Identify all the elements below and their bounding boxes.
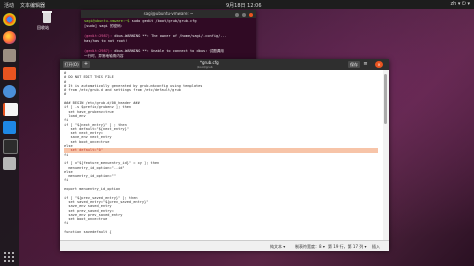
scrollbar-thumb[interactable] bbox=[384, 74, 387, 124]
open-button[interactable]: 打开(O) ▾ bbox=[63, 61, 80, 74]
chrome-icon[interactable] bbox=[3, 13, 16, 26]
software-icon[interactable] bbox=[3, 67, 16, 80]
tab-width-selector[interactable]: 制表符宽度：8 ▾ bbox=[295, 244, 325, 250]
status-bar: 纯文本 ▾ 制表符宽度：8 ▾ 第 19 行，第 17 列 ▾ 插入 bbox=[60, 240, 389, 251]
text-editor-area[interactable]: # # DO NOT EDIT THIS FILE # # It is automat… bbox=[60, 70, 382, 240]
insert-mode: 插入 bbox=[372, 243, 380, 249]
show-applications-icon[interactable] bbox=[4, 252, 15, 263]
help-icon[interactable] bbox=[3, 85, 16, 98]
text-editor-icon[interactable] bbox=[3, 103, 18, 116]
terminal-output[interactable]: sagi@ubuntu-vmware:~$ sudo gedit /boot/g… bbox=[81, 18, 256, 60]
activities-button[interactable]: 活动 bbox=[4, 2, 14, 9]
system-menu[interactable]: zh ▾ ⏻ ▾ bbox=[450, 1, 470, 7]
desktop-trash-label: 回收站 bbox=[37, 25, 49, 30]
app-menu[interactable]: 文本编辑器 bbox=[20, 2, 45, 9]
gedit-headerbar[interactable]: 打开(O) ▾ + *grub.cfg /boot/grub 保存 ≡ × bbox=[60, 59, 389, 74]
cursor-position[interactable]: 第 19 行，第 17 列 ▾ bbox=[328, 244, 367, 250]
document-path: /boot/grub bbox=[197, 65, 213, 69]
terminal-text: dbus-WARNING **: The owner of /home/sagi… bbox=[114, 34, 227, 38]
terminal-text: [sudo] sagi 的密码： bbox=[84, 24, 125, 28]
terminal-prompt: sagi@ubuntu-vmware:~$ bbox=[84, 19, 132, 23]
vscode-icon[interactable] bbox=[3, 121, 16, 134]
trash-icon[interactable] bbox=[3, 157, 16, 170]
new-tab-button[interactable]: + bbox=[82, 61, 90, 68]
clock[interactable]: 9月18日 12:06 bbox=[226, 2, 262, 9]
hamburger-menu-icon[interactable]: ≡ bbox=[362, 61, 369, 68]
terminal-titlebar[interactable]: sagi@ubuntu-vmware: ~ bbox=[81, 10, 256, 18]
close-icon[interactable]: × bbox=[375, 61, 383, 68]
firefox-icon[interactable] bbox=[3, 31, 16, 44]
terminal-text: 一行时，异常地轴角内容 bbox=[84, 54, 124, 58]
save-button[interactable]: 保存 bbox=[348, 61, 360, 68]
terminal-prompt: (gedit:2987): bbox=[84, 49, 115, 53]
code-view[interactable]: # # DO NOT EDIT THIS FILE # # It is automat… bbox=[60, 70, 382, 235]
dock bbox=[0, 9, 19, 266]
files-icon[interactable] bbox=[3, 49, 16, 62]
terminal-text: has/has to not root! bbox=[84, 39, 128, 43]
language-selector[interactable]: 纯文本 ▾ bbox=[270, 244, 285, 250]
code-line[interactable]: function savedefault { bbox=[64, 230, 378, 234]
terminal-text: dbus-WARNING **: Unable to connect to db… bbox=[114, 49, 224, 53]
top-bar: 活动 文本编辑器 9月18日 12:06 zh ▾ ⏻ ▾ bbox=[0, 0, 474, 9]
terminal-title: sagi@ubuntu-vmware: ~ bbox=[143, 11, 194, 16]
terminal-text: sudo gedit /boot/grub/grub.cfg bbox=[131, 19, 197, 23]
close-icon[interactable] bbox=[249, 13, 253, 17]
maximize-icon[interactable] bbox=[242, 13, 246, 17]
minimize-icon[interactable] bbox=[235, 13, 239, 17]
desktop-trash-icon[interactable] bbox=[41, 10, 53, 24]
vertical-scrollbar[interactable] bbox=[383, 70, 389, 240]
gedit-window[interactable]: 打开(O) ▾ + *grub.cfg /boot/grub 保存 ≡ × ##… bbox=[60, 59, 389, 251]
terminal-icon[interactable] bbox=[3, 139, 18, 154]
terminal-prompt: (gedit:2987): bbox=[84, 34, 115, 38]
